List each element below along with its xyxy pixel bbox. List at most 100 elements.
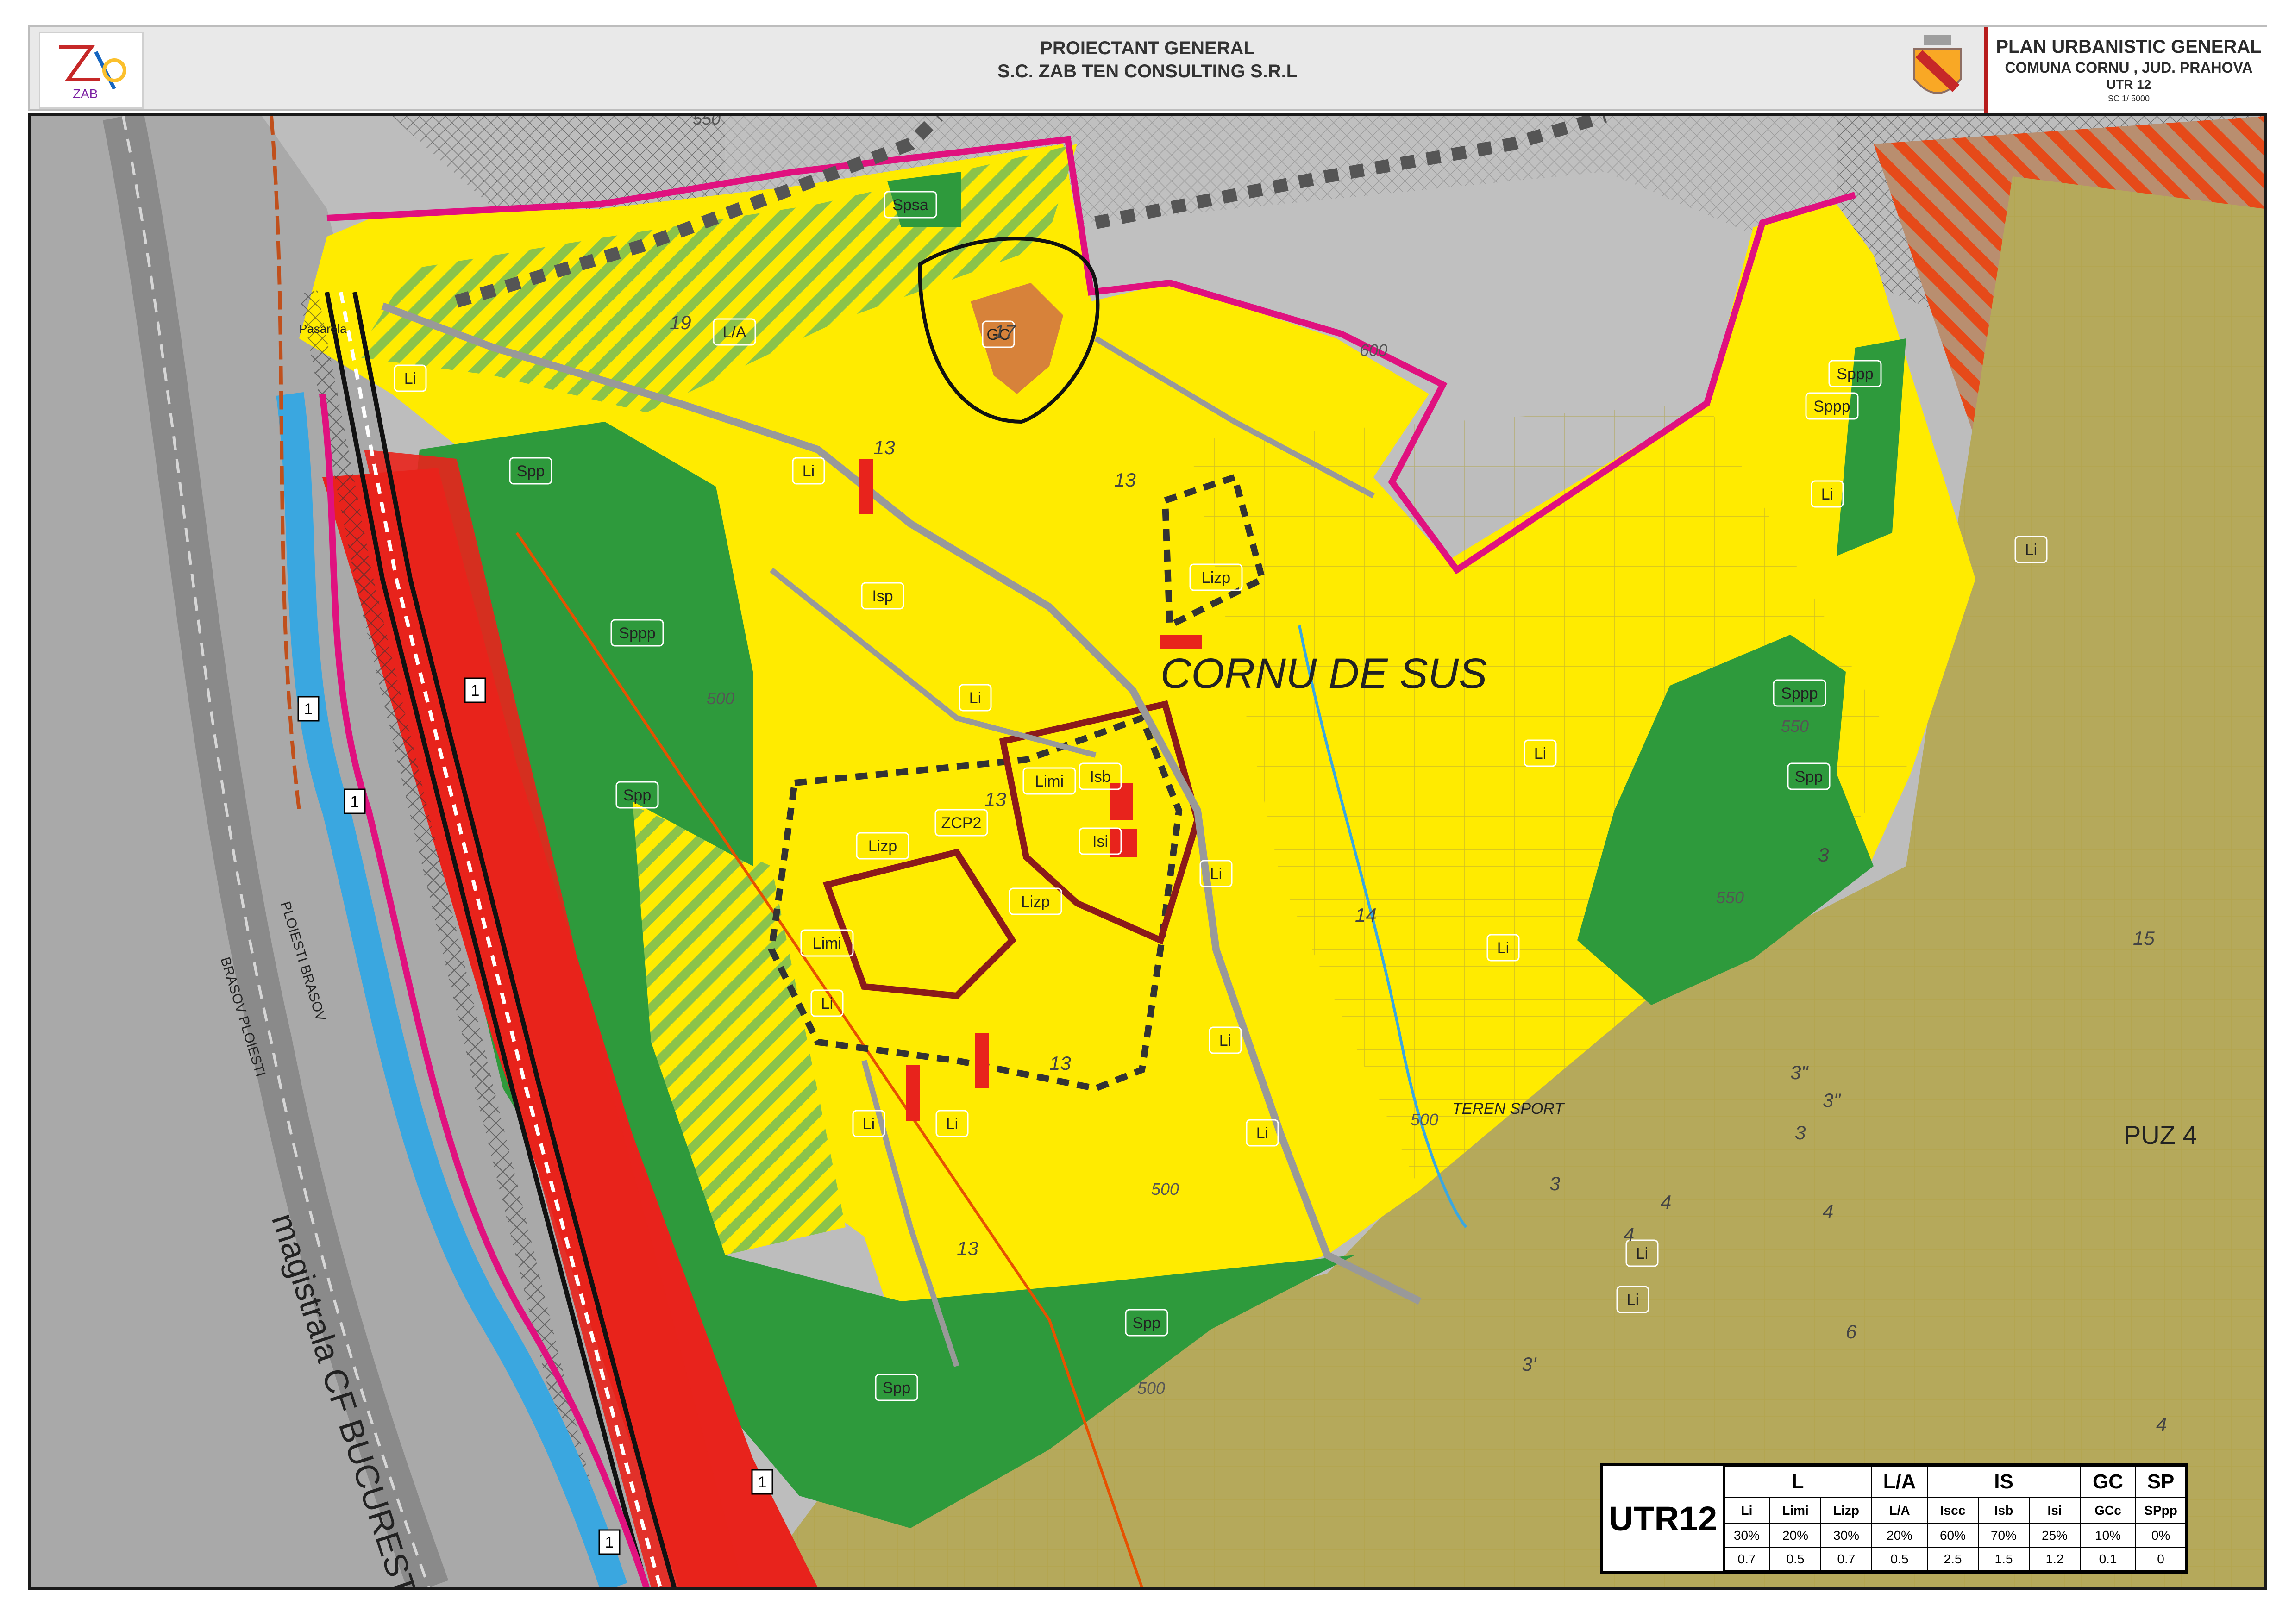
svg-text:Li: Li — [2025, 541, 2037, 559]
column-head: Limi — [1769, 1497, 1821, 1524]
svg-text:Li: Li — [1627, 1291, 1639, 1309]
svg-text:Li: Li — [1210, 865, 1222, 883]
plan-title: PLAN URBANISTIC GENERAL — [1996, 37, 2262, 57]
contour-label: 500 — [1137, 1379, 1165, 1398]
parcel-number: 4 — [2156, 1413, 2167, 1435]
svg-text:Lizp: Lizp — [1021, 893, 1050, 911]
svg-text:Li: Li — [1256, 1124, 1268, 1142]
parcel-number: 4 — [1661, 1191, 1671, 1213]
institution-block — [1110, 829, 1137, 857]
column-head: L/A — [1871, 1497, 1928, 1524]
school-block — [1110, 783, 1133, 820]
group-la: L/A — [1871, 1466, 1928, 1498]
cut-cell: 0.7 — [1723, 1547, 1770, 1571]
svg-text:Sppp: Sppp — [1781, 685, 1818, 702]
svg-text:Spp: Spp — [883, 1379, 911, 1397]
cut-cell: 0.7 — [1820, 1547, 1873, 1571]
parcel-number: 15 — [2133, 927, 2155, 949]
svg-text:Sppp: Sppp — [619, 625, 655, 642]
contour-label: 500 — [1411, 1110, 1438, 1129]
svg-text:1: 1 — [304, 700, 313, 718]
parcel-number: 14 — [1355, 904, 1377, 926]
group-gc: GC — [2080, 1466, 2137, 1498]
road-marker: 1 — [344, 788, 366, 814]
sheet-id: UTR 12 — [2106, 77, 2151, 92]
svg-text:L/A: L/A — [722, 324, 746, 341]
svg-text:Li: Li — [1219, 1032, 1231, 1049]
svg-text:Isi: Isi — [1092, 833, 1108, 850]
pot-cell: 10% — [2080, 1523, 2137, 1548]
scale-text: SC 1/ 5000 — [2107, 94, 2150, 103]
contour-label: 550 — [1781, 717, 1809, 736]
map-frame: CORNU DE SUS magistrala CF BUCURESTI - B… — [28, 113, 2267, 1590]
regulation-table: UTR12 L L/A IS GC SP Li Limi Lizp L/A Iscc Is… — [1600, 1463, 2188, 1574]
svg-text:Li: Li — [821, 995, 833, 1012]
cut-cell: 1.2 — [2029, 1547, 2081, 1571]
sport-field-label: TEREN SPORT — [1452, 1100, 1565, 1118]
column-head: SPpp — [2135, 1497, 2187, 1524]
parcel-number: 4 — [1624, 1224, 1634, 1245]
parcel-number: 13 — [957, 1237, 978, 1259]
parcel-number: 3" — [1823, 1089, 1841, 1111]
pot-cell: 30% — [1723, 1523, 1770, 1548]
parcel-number: 4 — [1823, 1200, 1833, 1222]
svg-text:Limi: Limi — [813, 935, 841, 952]
svg-text:Sppp: Sppp — [1837, 365, 1873, 383]
svg-text:ZCP2: ZCP2 — [941, 814, 982, 832]
cut-cell: 0 — [2135, 1547, 2187, 1571]
cut-cell: 1.5 — [1978, 1547, 2030, 1571]
svg-text:Li: Li — [1534, 745, 1546, 762]
road-marker: 1 — [751, 1469, 773, 1495]
pot-cell: 60% — [1927, 1523, 1979, 1548]
road-marker: 1 — [598, 1529, 621, 1555]
svg-text:1: 1 — [605, 1534, 614, 1551]
cut-cell: 2.5 — [1927, 1547, 1979, 1571]
pot-cell: 30% — [1820, 1523, 1873, 1548]
svg-text:1: 1 — [471, 682, 480, 700]
pot-cell: 70% — [1978, 1523, 2030, 1548]
svg-text:Li: Li — [404, 370, 416, 387]
column-head: Isi — [2029, 1497, 2081, 1524]
parcel-number: 3 — [1549, 1173, 1560, 1194]
parcel-number: 13 — [1114, 469, 1136, 491]
svg-text:Spsa: Spsa — [892, 196, 928, 214]
svg-text:Limi: Limi — [1035, 773, 1064, 790]
parcel-number: 13 — [1049, 1052, 1071, 1074]
svg-text:1: 1 — [758, 1474, 767, 1491]
pot-cell: 0% — [2135, 1523, 2187, 1548]
svg-text:Spp: Spp — [1795, 768, 1823, 786]
map-canvas: CORNU DE SUS magistrala CF BUCURESTI - B… — [31, 116, 2264, 1587]
svg-text:Li: Li — [946, 1115, 958, 1133]
svg-text:Spp: Spp — [517, 462, 545, 480]
pot-cell: 20% — [1871, 1523, 1928, 1548]
svg-text:Li: Li — [969, 689, 981, 707]
parcel-number: 13 — [873, 437, 895, 458]
parcel-number: 3 — [1818, 844, 1829, 866]
plan-sheet: ZAB PROIECTANT GENERAL S.C. ZAB TEN CONS… — [0, 0, 2295, 1624]
public-block-3 — [906, 1065, 920, 1121]
cut-cell: 0.1 — [2080, 1547, 2137, 1571]
svg-text:Sppp: Sppp — [1813, 398, 1850, 415]
cut-cell: 0.5 — [1871, 1547, 1928, 1571]
regulation-grid: L L/A IS GC SP Li Limi Lizp L/A Iscc Isb Isi GC… — [1723, 1466, 2187, 1571]
contour-label: 550 — [693, 116, 721, 128]
svg-text:Isp: Isp — [872, 587, 893, 605]
column-head: GCc — [2080, 1497, 2137, 1524]
bridge-label: Pasarela — [299, 322, 347, 336]
svg-text:Li: Li — [1497, 939, 1509, 957]
title-block: PLAN URBANISTIC GENERAL COMUNA CORNU , J… — [1984, 27, 2269, 113]
puz-label: PUZ 4 — [2124, 1120, 2197, 1149]
group-l: L — [1723, 1466, 1873, 1498]
svg-text:Li: Li — [863, 1115, 875, 1133]
svg-text:Li: Li — [1821, 486, 1833, 503]
road-marker: 1 — [464, 677, 486, 703]
column-head: Isb — [1978, 1497, 2030, 1524]
pot-cell: 25% — [2029, 1523, 2081, 1548]
svg-text:Lizp: Lizp — [868, 837, 897, 855]
svg-text:Isb: Isb — [1090, 768, 1110, 786]
parcel-number: 6 — [1846, 1321, 1857, 1343]
svg-text:1: 1 — [351, 793, 359, 811]
column-head: Li — [1723, 1497, 1770, 1524]
column-head: Iscc — [1927, 1497, 1979, 1524]
svg-text:Spp: Spp — [623, 787, 652, 804]
